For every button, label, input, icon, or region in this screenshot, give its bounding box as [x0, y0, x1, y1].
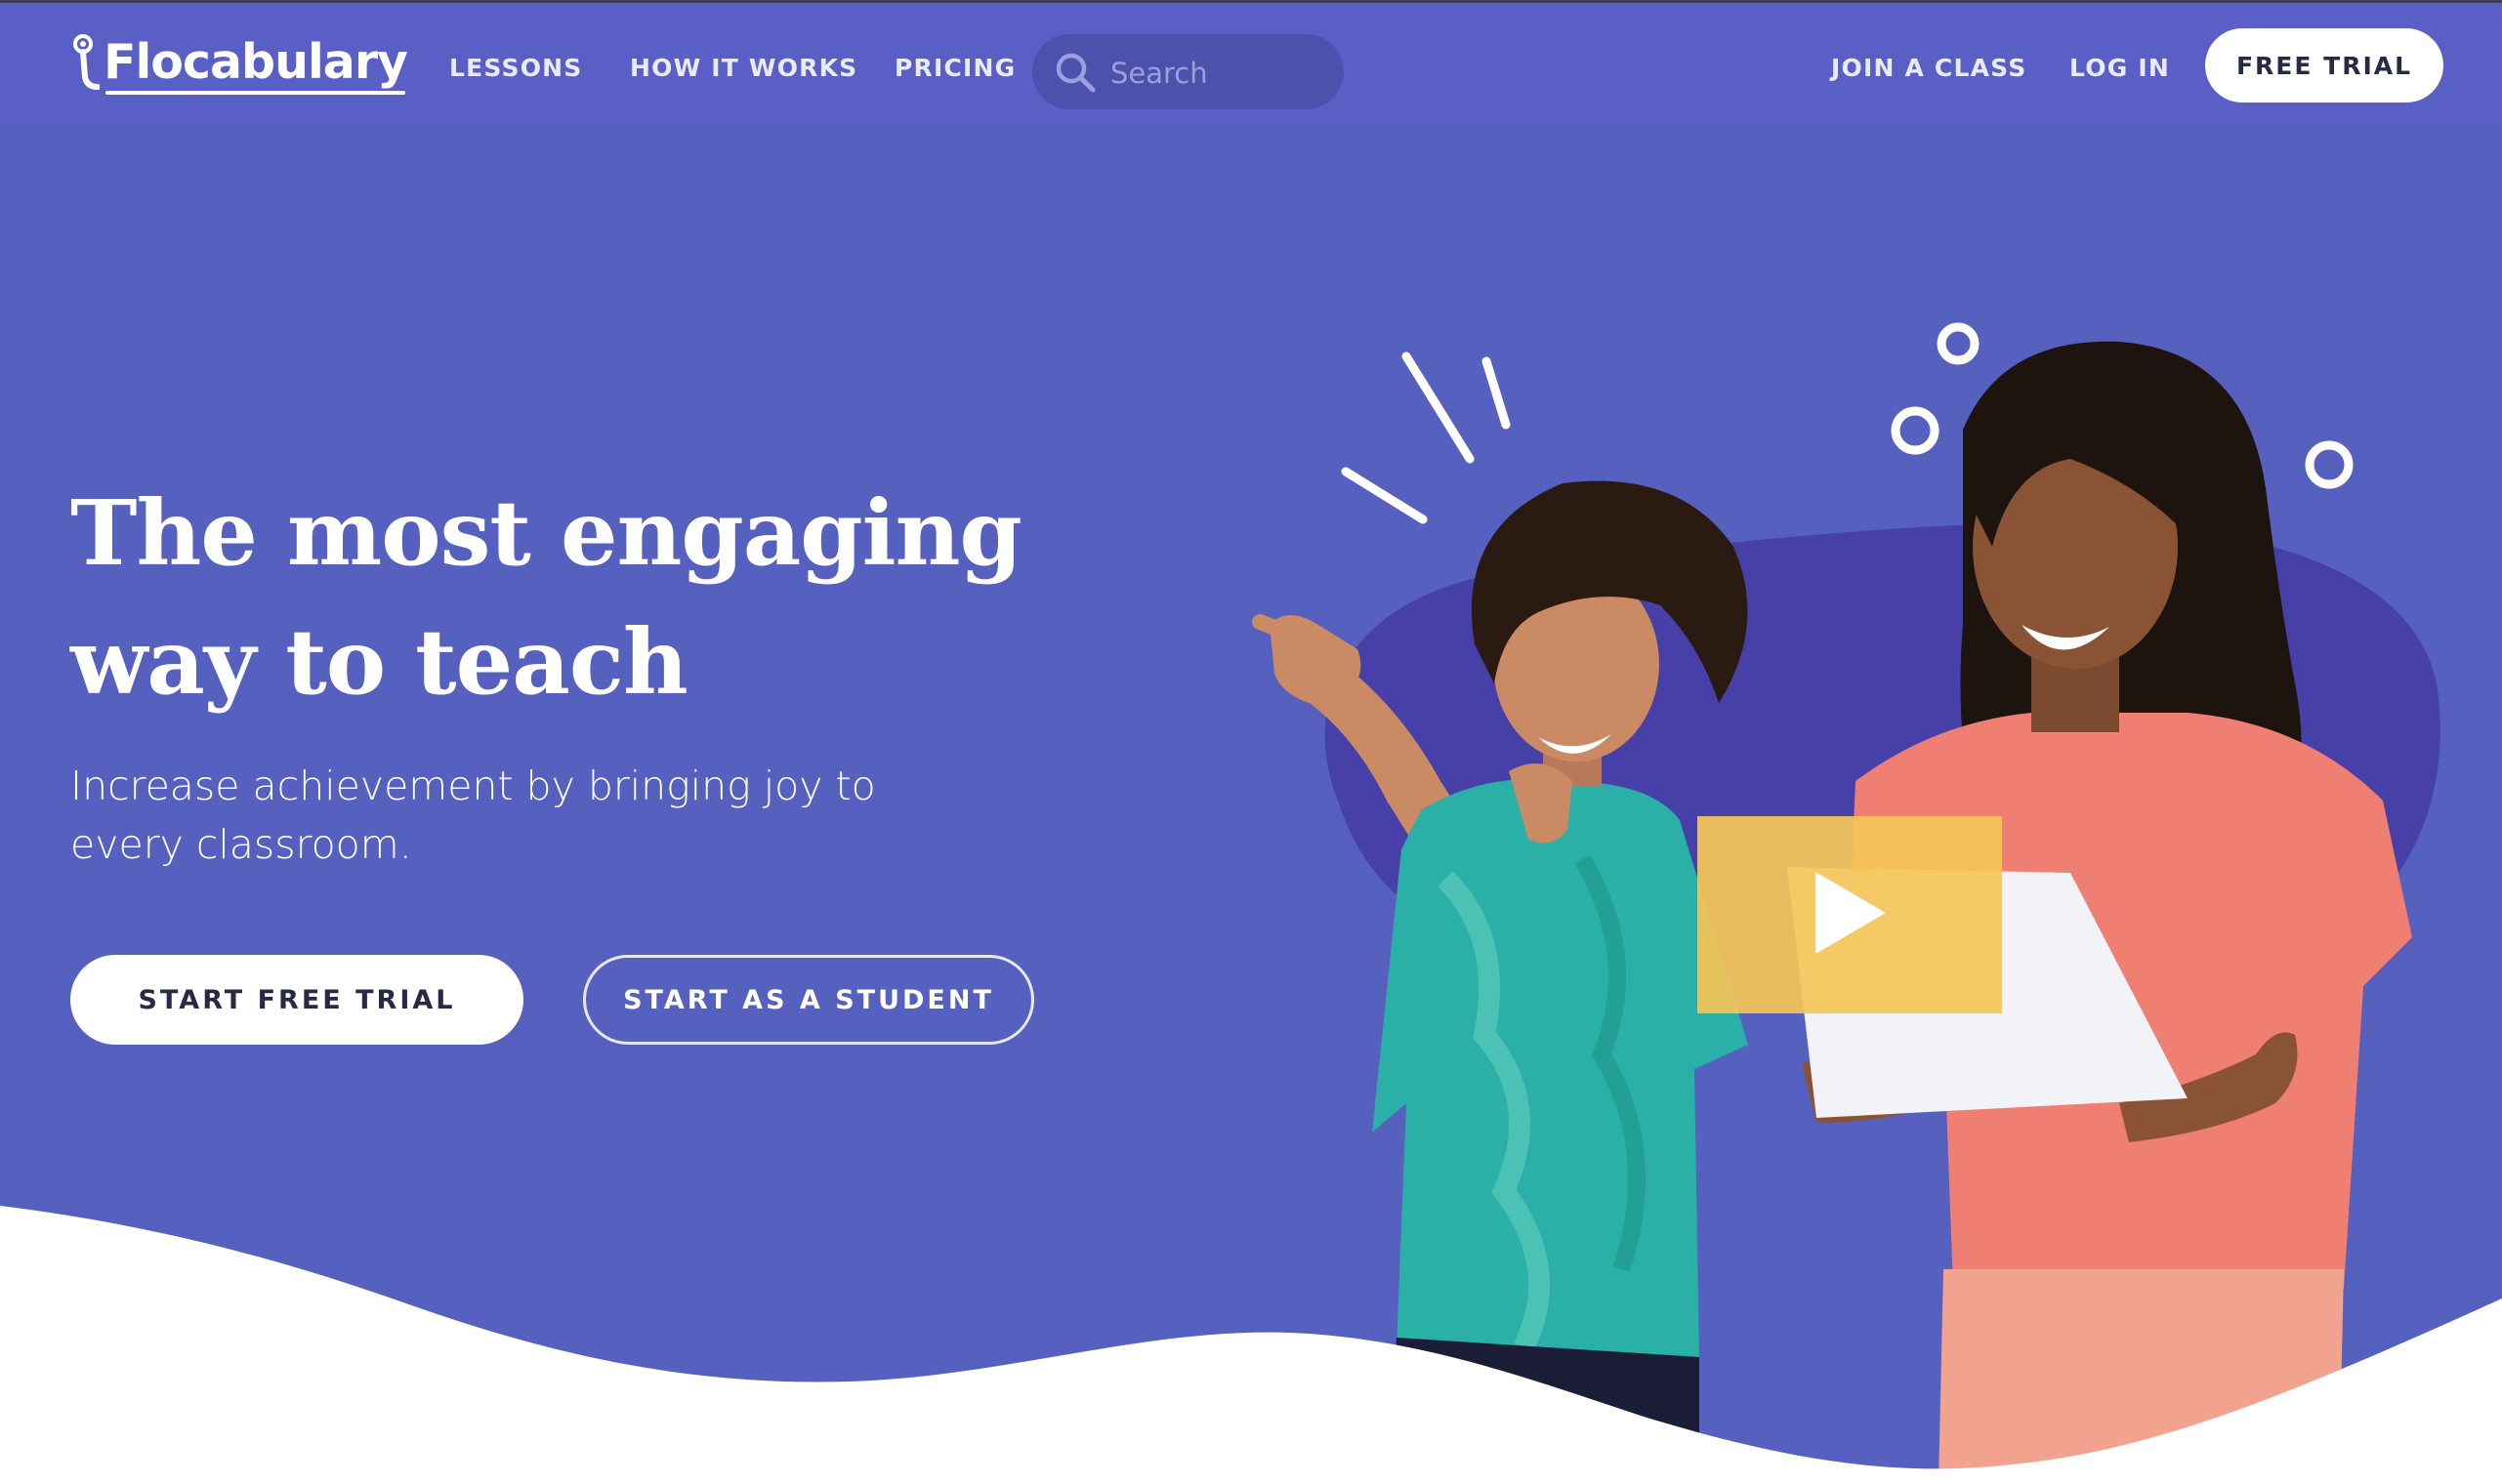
- nav-link-how-it-works[interactable]: HOW IT WORKS: [630, 54, 857, 82]
- search-box[interactable]: [1032, 34, 1344, 111]
- hero-subtitle-line-1: Increase achievement by bringing joy to: [70, 763, 876, 809]
- flocabulary-logo[interactable]: Flocabulary: [70, 22, 408, 101]
- start-as-a-student-button[interactable]: START AS A STUDENT: [583, 955, 1034, 1045]
- floating-circles: [1891, 322, 2354, 489]
- play-icon: [1806, 864, 1894, 966]
- nav-link-pricing[interactable]: PRICING: [895, 54, 1016, 82]
- logo-underline: [105, 91, 405, 95]
- bottom-wave: [0, 1206, 2502, 1484]
- search-input[interactable]: [1108, 34, 1332, 111]
- excitement-lines: [1341, 351, 1511, 524]
- top-navigation-bar: Flocabulary LESSONS HOW IT WORKS PRICING…: [0, 3, 2502, 127]
- logo-wordmark: Flocabulary: [104, 33, 408, 90]
- nav-link-log-in[interactable]: LOG IN: [2069, 54, 2170, 82]
- nav-link-join-a-class[interactable]: JOIN A CLASS: [1831, 54, 2026, 82]
- hero-title-line-1: The most engaging: [70, 480, 1022, 586]
- hero-title: The most engaging way to teach: [70, 469, 1047, 726]
- hero-subtitle: Increase achievement by bringing joy to …: [70, 757, 930, 874]
- start-free-trial-button[interactable]: START FREE TRIAL: [70, 955, 523, 1045]
- hero-subtitle-line-2: every classroom.: [70, 821, 412, 868]
- free-trial-button[interactable]: FREE TRIAL: [2205, 28, 2443, 103]
- nav-link-lessons[interactable]: LESSONS: [449, 54, 582, 82]
- search-icon: [1054, 51, 1097, 94]
- microphone-logo-icon: [70, 32, 101, 91]
- hero-title-line-2: way to teach: [70, 609, 688, 715]
- video-play-button[interactable]: [1697, 816, 2002, 1013]
